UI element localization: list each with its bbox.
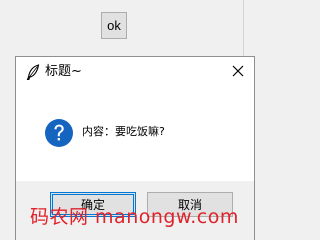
- dialog-title: 标题~: [45, 64, 82, 79]
- dialog-titlebar: 标题~: [16, 57, 254, 87]
- watermark: 码农网 manongw.com: [30, 206, 239, 228]
- dialog-message: 内容：要吃饭嘛?: [82, 125, 165, 138]
- close-icon[interactable]: [232, 65, 244, 77]
- window-edge-line: [243, 0, 244, 56]
- ok-button[interactable]: ok: [101, 12, 127, 39]
- ok-button-label: ok: [107, 18, 121, 33]
- dialog-content: 内容：要吃饭嘛?: [16, 87, 254, 181]
- feather-icon: [26, 64, 40, 80]
- question-icon: [45, 119, 73, 147]
